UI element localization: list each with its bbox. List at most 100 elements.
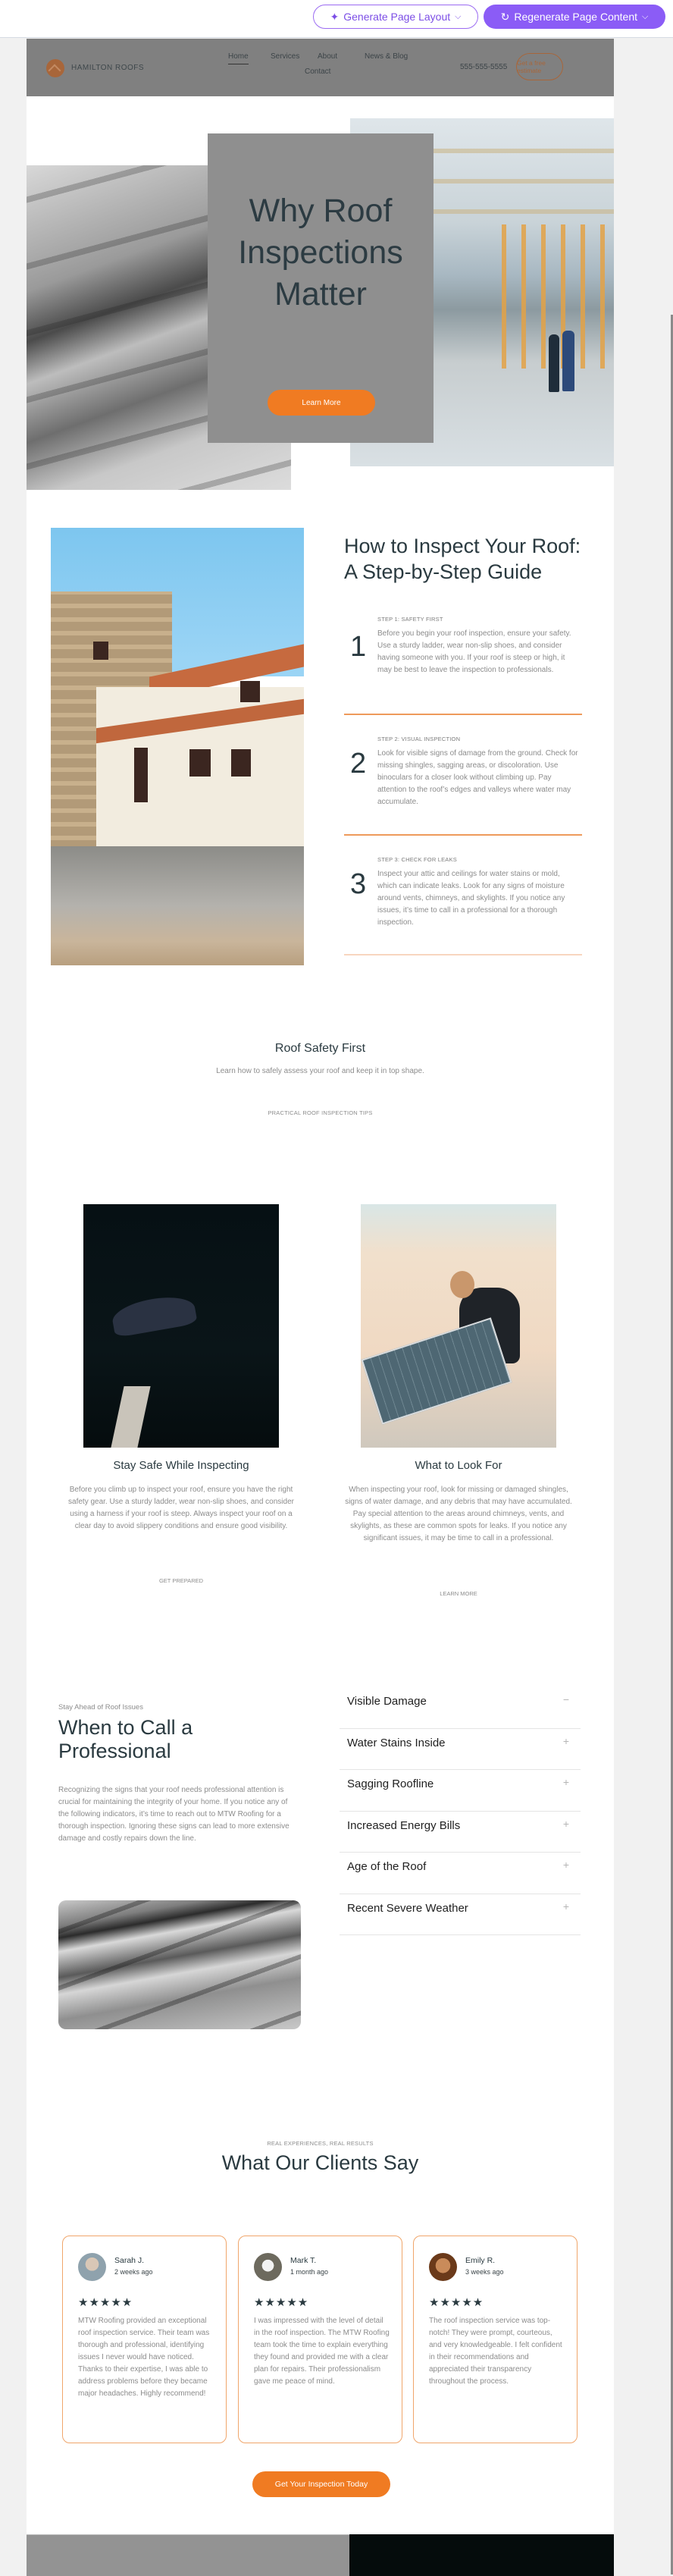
step-number: 3 — [350, 868, 367, 900]
section-title: When to Call a Professional — [58, 1716, 193, 1763]
editor-toolbar: ✦ Generate Page Layout ⌵ ↻ Regenerate Pa… — [0, 0, 673, 38]
plus-icon: + — [562, 1776, 569, 1788]
footer-image — [349, 2534, 614, 2576]
page-canvas: HAMILTON ROOFS Home Services About News … — [27, 39, 614, 2576]
hero-title: Why Roof Inspections Matter — [208, 190, 434, 315]
testimonial-card: Sarah J. 2 weeks ago ★★★★★ MTW Roofing p… — [62, 2236, 227, 2443]
guide-title: How to Inspect Your Roof: A Step-by-Step… — [344, 533, 581, 585]
section-subtitle: Learn how to safely assess your roof and… — [216, 1067, 424, 1075]
learn-more-button[interactable]: Learn More — [268, 390, 375, 416]
divider — [344, 954, 582, 955]
column-title: What to Look For — [415, 1459, 502, 1472]
plus-icon: + — [562, 1734, 569, 1747]
review-text: MTW Roofing provided an exceptional roof… — [78, 2317, 210, 2398]
chevron-down-icon: ⌵ — [642, 11, 649, 21]
step-label: STEP 1: SAFETY FIRST — [377, 616, 443, 623]
review-text: I was impressed with the level of detail… — [254, 2317, 390, 2386]
reviewer-name: Emily R. — [465, 2256, 496, 2265]
step-number: 1 — [350, 631, 367, 663]
brand-name[interactable]: HAMILTON ROOFS — [71, 64, 144, 72]
guide-title-line: A Step-by-Step Guide — [344, 560, 543, 583]
accordion-label: Water Stains Inside — [347, 1736, 446, 1749]
accordion-item-sagging-roofline[interactable]: Sagging Roofline + — [340, 1770, 581, 1812]
house-image — [51, 528, 304, 965]
accordion-label: Sagging Roofline — [347, 1777, 434, 1790]
testimonial-card: Mark T. 1 month ago ★★★★★ I was impresse… — [238, 2236, 402, 2443]
umbrella-person-image — [83, 1204, 279, 1448]
section-body: Recognizing the signs that your roof nee… — [58, 1786, 290, 1843]
learn-more-link[interactable]: LEARN MORE — [345, 1590, 572, 1597]
star-rating: ★★★★★ — [429, 2296, 484, 2309]
get-prepared-link[interactable]: GET PREPARED — [67, 1577, 295, 1584]
hero-title-line: Why Roof — [249, 193, 393, 229]
get-inspection-button[interactable]: Get Your Inspection Today — [252, 2471, 390, 2497]
nav-link-services[interactable]: Services — [271, 52, 299, 61]
column-title: Stay Safe While Inspecting — [113, 1459, 249, 1472]
reviewer-name: Sarah J. — [114, 2256, 145, 2265]
hero-title-line: Inspections — [238, 234, 403, 271]
section-eyebrow: Stay Ahead of Roof Issues — [58, 1703, 143, 1712]
divider — [344, 834, 582, 836]
accordion-label: Increased Energy Bills — [347, 1818, 461, 1832]
divider — [344, 714, 582, 715]
step-body: Before you begin your roof inspection, e… — [377, 629, 571, 674]
review-time: 1 month ago — [290, 2268, 329, 2276]
chevron-down-icon: ⌵ — [455, 11, 462, 21]
step-number: 2 — [350, 748, 367, 780]
section-title: Roof Safety First — [274, 1042, 366, 1055]
section-eyebrow: REAL EXPERIENCES, REAL RESULTS — [267, 2140, 374, 2147]
signs-accordion: Visible Damage − Water Stains Inside + S… — [340, 1687, 581, 1935]
review-time: 2 weeks ago — [114, 2268, 153, 2276]
review-time: 3 weeks ago — [465, 2268, 504, 2276]
hero-title-line: Matter — [274, 276, 367, 312]
step-label: STEP 3: CHECK FOR LEAKS — [377, 856, 457, 863]
solar-panel-worker-image — [361, 1204, 556, 1448]
column-body: When inspecting your roof, look for miss… — [345, 1486, 572, 1542]
accordion-item-severe-weather[interactable]: Recent Severe Weather + — [340, 1894, 581, 1935]
refresh-icon: ↻ — [500, 10, 510, 23]
logo-icon — [46, 59, 64, 77]
nav-link-news-blog[interactable]: News & Blog — [365, 52, 408, 61]
plus-icon: + — [562, 1859, 569, 1871]
guide-title-line: How to Inspect Your Roof: — [344, 535, 581, 557]
star-rating: ★★★★★ — [254, 2296, 309, 2309]
site-header: HAMILTON ROOFS Home Services About News … — [27, 39, 614, 96]
review-text: The roof inspection service was top-notc… — [429, 2317, 562, 2386]
step-body: Inspect your attic and ceilings for wate… — [377, 870, 565, 927]
footer-panel — [27, 2534, 349, 2576]
nav-link-home[interactable]: Home — [228, 52, 249, 64]
section-title-line: Professional — [58, 1740, 171, 1762]
avatar — [254, 2253, 282, 2281]
avatar — [78, 2253, 106, 2281]
reviewer-name: Mark T. — [290, 2256, 317, 2265]
accordion-label: Visible Damage — [347, 1695, 427, 1708]
step-body: Look for visible signs of damage from th… — [377, 749, 578, 806]
testimonial-card: Emily R. 3 weeks ago ★★★★★ The roof insp… — [413, 2236, 578, 2443]
free-estimate-button[interactable]: Get a free estimate — [516, 53, 563, 80]
minus-icon: − — [562, 1693, 569, 1705]
generate-page-layout-button[interactable]: ✦ Generate Page Layout ⌵ — [313, 5, 478, 29]
accordion-label: Recent Severe Weather — [347, 1901, 468, 1915]
accordion-item-energy-bills[interactable]: Increased Energy Bills + — [340, 1812, 581, 1853]
section-title: What Our Clients Say — [221, 2151, 419, 2174]
hero-card: Why Roof Inspections Matter Learn More — [208, 133, 434, 443]
accordion-label: Age of the Roof — [347, 1860, 427, 1873]
star-rating: ★★★★★ — [78, 2296, 133, 2309]
regenerate-page-content-button[interactable]: ↻ Regenerate Page Content ⌵ — [484, 5, 665, 29]
section-eyebrow: PRACTICAL ROOF INSPECTION TIPS — [268, 1109, 373, 1116]
generate-page-layout-label: Generate Page Layout — [343, 11, 451, 23]
accordion-item-visible-damage[interactable]: Visible Damage − — [340, 1687, 581, 1729]
nav-link-about[interactable]: About — [318, 52, 337, 61]
sparkle-icon: ✦ — [330, 10, 340, 23]
accordion-item-water-stains[interactable]: Water Stains Inside + — [340, 1729, 581, 1770]
plus-icon: + — [562, 1900, 569, 1912]
plus-icon: + — [562, 1817, 569, 1830]
section-title-line: When to Call a — [58, 1716, 193, 1739]
column-body: Before you climb up to inspect your roof… — [68, 1486, 294, 1530]
step-label: STEP 2: VISUAL INSPECTION — [377, 736, 461, 742]
accordion-item-roof-age[interactable]: Age of the Roof + — [340, 1853, 581, 1894]
avatar — [429, 2253, 457, 2281]
phone-number[interactable]: 555-555-5555 — [460, 63, 507, 71]
metal-roof-image — [58, 1900, 301, 2029]
nav-link-contact[interactable]: Contact — [305, 67, 330, 76]
